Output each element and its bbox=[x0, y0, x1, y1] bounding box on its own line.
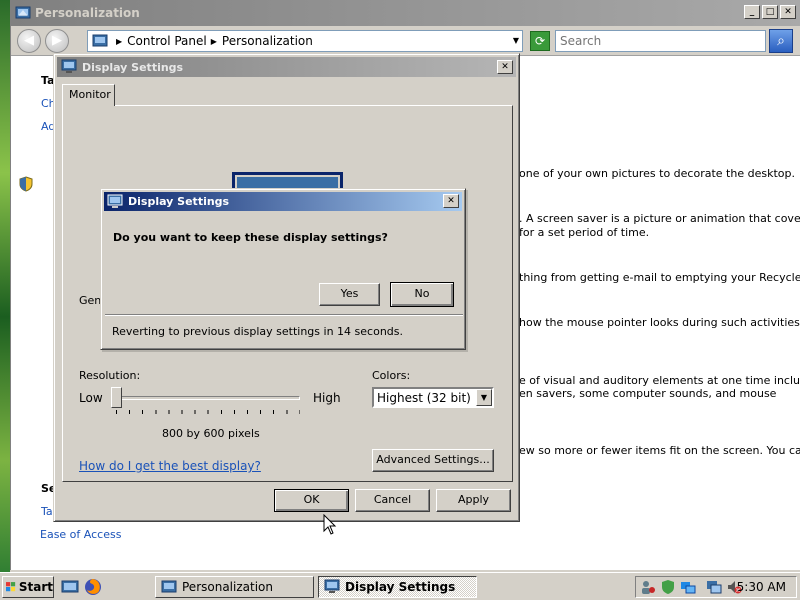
taskbar-button-label: Display Settings bbox=[345, 580, 456, 594]
screen-saver-description: . A screen saver is a picture or animati… bbox=[519, 212, 800, 225]
close-button[interactable]: ✕ bbox=[443, 194, 459, 208]
resolution-low-label: Low bbox=[79, 391, 103, 405]
yes-button[interactable]: Yes bbox=[319, 283, 380, 306]
control-panel-icon bbox=[15, 6, 31, 19]
forward-arrow-icon: ▶ bbox=[52, 33, 62, 48]
display-settings-description: ew so more or fewer items fit on the scr… bbox=[519, 444, 800, 457]
resolution-label: Resolution: bbox=[79, 369, 141, 382]
confirm-display-settings-dialog: Display Settings ✕ Do you want to keep t… bbox=[100, 188, 466, 350]
display-icon bbox=[324, 579, 340, 593]
colors-label: Colors: bbox=[372, 369, 411, 382]
resolution-slider-track[interactable] bbox=[116, 396, 300, 400]
caption-buttons: _ □ ✕ bbox=[744, 5, 796, 19]
cancel-button[interactable]: Cancel bbox=[355, 489, 430, 512]
mouse-cursor-icon bbox=[323, 514, 337, 535]
desktop-background bbox=[0, 0, 10, 576]
address-dropdown-icon[interactable]: ▼ bbox=[509, 30, 523, 52]
colors-select[interactable]: Highest (32 bit) ▼ bbox=[372, 387, 494, 408]
minimize-button[interactable]: _ bbox=[744, 5, 760, 19]
display-icon bbox=[107, 194, 123, 208]
dialog-divider bbox=[105, 314, 463, 316]
no-button[interactable]: No bbox=[390, 282, 454, 307]
close-button[interactable]: ✕ bbox=[497, 60, 513, 74]
search-button[interactable]: ⌕ bbox=[769, 29, 793, 53]
resolution-slider-ticks bbox=[116, 410, 300, 414]
apply-button[interactable]: Apply bbox=[436, 489, 511, 512]
colors-selected-value: Highest (32 bit) bbox=[377, 391, 471, 405]
breadcrumb-control-panel[interactable]: Control Panel bbox=[127, 34, 207, 48]
revert-countdown-text: Reverting to previous display settings i… bbox=[112, 325, 403, 338]
personalization-titlebar[interactable]: Personalization _ □ ✕ bbox=[11, 0, 800, 26]
display-settings-titlebar[interactable]: Display Settings ✕ bbox=[57, 57, 516, 77]
maximize-button[interactable]: □ bbox=[762, 5, 778, 19]
chevron-down-icon[interactable]: ▼ bbox=[476, 389, 492, 406]
breadcrumb-separator-icon: ▶ bbox=[210, 36, 217, 46]
forward-button[interactable]: ▶ bbox=[45, 29, 69, 53]
sounds-description: thing from getting e-mail to emptying yo… bbox=[519, 271, 800, 284]
system-tray: 5:30 AM bbox=[635, 576, 797, 598]
refresh-icon: ⟳ bbox=[534, 34, 546, 48]
advanced-settings-button[interactable]: Advanced Settings... bbox=[372, 449, 494, 472]
display-icon bbox=[61, 59, 77, 73]
taskbar: Start Personalization Display Settings 5… bbox=[0, 572, 800, 600]
breadcrumb-personalization[interactable]: Personalization bbox=[222, 34, 313, 48]
ease-of-access-link[interactable]: Ease of Access bbox=[40, 528, 160, 541]
mouse-pointers-description: how the mouse pointer looks during such … bbox=[519, 316, 800, 329]
resolution-slider-thumb[interactable] bbox=[110, 387, 122, 408]
back-button[interactable]: ◀ bbox=[17, 29, 41, 53]
search-icon: ⌕ bbox=[777, 33, 785, 49]
screen-saver-description-2: for a set period of time. bbox=[519, 226, 650, 239]
resolution-high-label: High bbox=[313, 391, 341, 405]
windows-flag-icon bbox=[6, 582, 16, 592]
window-title: Personalization bbox=[35, 6, 140, 20]
security-shield-icon[interactable] bbox=[660, 579, 676, 595]
task-pane: Ta Ch Ad Se Tas Ease of Access bbox=[11, 56, 121, 556]
desktop-background-description: one of your own pictures to decorate the… bbox=[519, 167, 795, 180]
address-field[interactable]: ▶ Control Panel ▶ Personalization bbox=[87, 30, 523, 52]
confirm-dialog-titlebar[interactable]: Display Settings ✕ bbox=[104, 192, 462, 211]
uac-shield-icon bbox=[19, 176, 33, 192]
start-label: Start bbox=[18, 580, 53, 594]
taskbar-button-label: Personalization bbox=[182, 580, 273, 594]
control-panel-icon bbox=[92, 34, 108, 47]
clock[interactable]: 5:30 AM bbox=[737, 580, 786, 594]
display-settings-title: Display Settings bbox=[82, 60, 184, 74]
ok-button[interactable]: OK bbox=[274, 489, 349, 512]
refresh-button[interactable]: ⟳ bbox=[530, 31, 550, 51]
show-desktop-icon[interactable] bbox=[61, 578, 79, 596]
confirm-dialog-title: Display Settings bbox=[128, 195, 230, 208]
theme-description: e of visual and auditory elements at one… bbox=[519, 374, 800, 387]
general-label: Gen bbox=[79, 294, 102, 307]
search-input[interactable] bbox=[555, 30, 766, 52]
address-toolbar: ◀ ▶ ▶ Control Panel ▶ Personalization ▼ … bbox=[11, 26, 800, 56]
taskbar-button-display-settings[interactable]: Display Settings bbox=[318, 576, 477, 598]
resolution-value: 800 by 600 pixels bbox=[162, 427, 260, 440]
start-button[interactable]: Start bbox=[2, 576, 54, 598]
breadcrumb-separator-icon: ▶ bbox=[116, 36, 123, 46]
tab-monitor[interactable]: Monitor bbox=[62, 84, 115, 106]
network-status-icon[interactable] bbox=[706, 579, 722, 595]
users-icon[interactable] bbox=[640, 579, 656, 595]
firefox-icon[interactable] bbox=[84, 578, 102, 596]
control-panel-icon bbox=[161, 580, 177, 593]
best-display-help-link[interactable]: How do I get the best display? bbox=[79, 459, 261, 473]
taskbar-button-personalization[interactable]: Personalization bbox=[155, 576, 314, 598]
network-icon[interactable] bbox=[680, 579, 696, 595]
back-arrow-icon: ◀ bbox=[24, 33, 34, 48]
confirm-question: Do you want to keep these display settin… bbox=[113, 231, 388, 244]
theme-description-2: en savers, some computer sounds, and mou… bbox=[519, 387, 777, 400]
close-button[interactable]: ✕ bbox=[780, 5, 796, 19]
